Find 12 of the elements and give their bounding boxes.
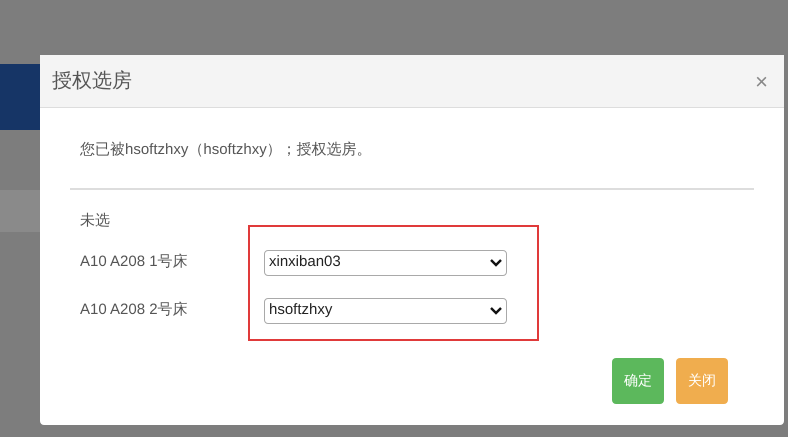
bed-label: A10 A208 2号床: [80, 300, 189, 320]
confirm-button[interactable]: 确定: [612, 358, 664, 404]
dialog-title: 授权选房: [52, 69, 132, 94]
close-button[interactable]: 关闭: [676, 358, 728, 404]
select-field[interactable]: xinxiban03: [264, 250, 507, 276]
bed-label: A10 A208 1号床: [80, 252, 189, 272]
close-button[interactable]: ×: [755, 64, 772, 98]
select-field[interactable]: hsoftzhxy: [264, 298, 507, 324]
chevron-down-icon: [490, 258, 502, 266]
chevron-down-icon: [490, 306, 502, 314]
message-text: 您已被hsoftzhxy（hsoftzhxy）；授权选房。: [80, 141, 372, 158]
section-label: 未选: [80, 211, 111, 231]
